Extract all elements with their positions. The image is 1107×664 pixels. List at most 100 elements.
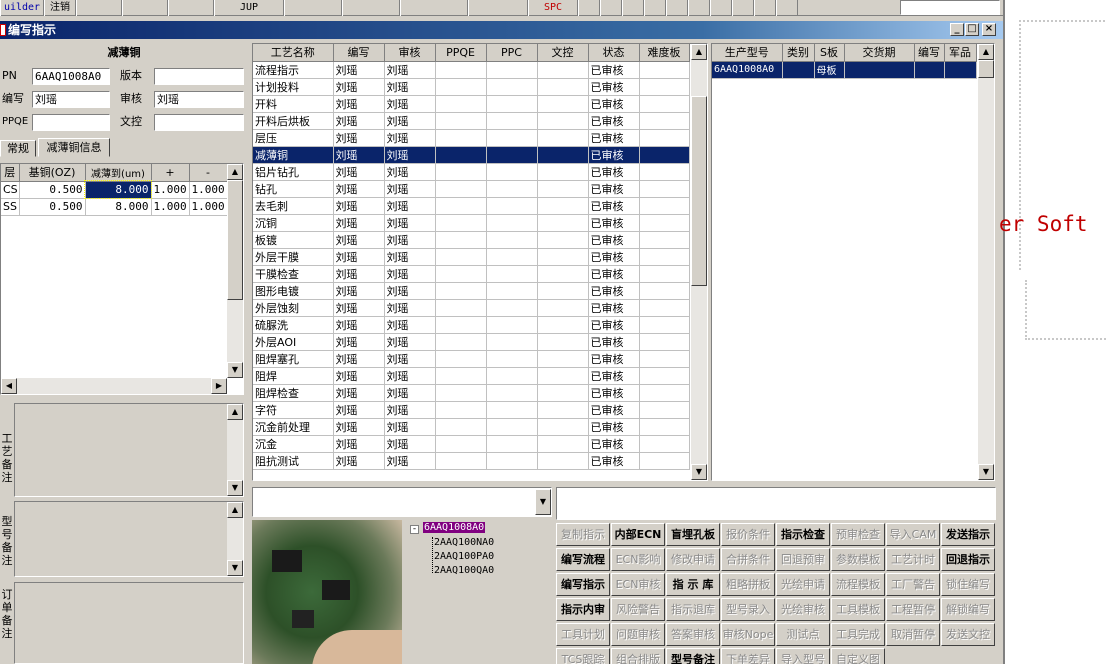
table-cell[interactable]: 刘瑶 xyxy=(384,452,436,470)
table-row[interactable]: 开料 刘瑶 刘瑶 已审核 xyxy=(253,95,690,113)
table-row[interactable]: 铝片钻孔 刘瑶 刘瑶 已审核 xyxy=(253,163,690,181)
table-cell[interactable]: 已审核 xyxy=(588,231,640,249)
table-cell[interactable]: 字符 xyxy=(253,401,334,419)
minimize-button[interactable]: _ xyxy=(950,23,964,36)
model-col-header[interactable]: 军品 xyxy=(944,44,977,62)
table-cell[interactable]: 已审核 xyxy=(588,265,640,283)
toolbar-button[interactable] xyxy=(688,0,710,16)
table-cell[interactable]: 阻焊 xyxy=(253,367,334,385)
action-button[interactable]: 风险警告 xyxy=(611,598,665,621)
table-cell[interactable]: 计划投料 xyxy=(253,78,334,96)
table-cell[interactable]: 母板 xyxy=(814,61,845,79)
action-button[interactable]: 测试点 xyxy=(776,623,830,646)
table-cell[interactable] xyxy=(537,95,589,113)
table-cell[interactable]: 层压 xyxy=(253,129,334,147)
table-cell[interactable]: 刘瑶 xyxy=(333,350,385,368)
table-cell[interactable] xyxy=(435,401,487,419)
table-cell[interactable]: 刘瑶 xyxy=(333,265,385,283)
table-cell[interactable] xyxy=(435,129,487,147)
scroll-right-icon[interactable]: ▶ xyxy=(211,378,227,394)
process-col-header[interactable]: 编写 xyxy=(333,44,385,62)
doc-control-field[interactable] xyxy=(154,114,244,131)
table-cell[interactable]: 刘瑶 xyxy=(384,401,436,419)
toolbar-button[interactable]: uilder xyxy=(0,0,44,16)
table-cell[interactable] xyxy=(639,163,690,181)
action-button[interactable]: 发送指示 xyxy=(941,523,995,546)
table-row[interactable]: 减薄铜 刘瑶 刘瑶 已审核 xyxy=(253,146,690,164)
action-button[interactable]: 型号录入 xyxy=(721,598,775,621)
action-button[interactable]: 光绘申请 xyxy=(776,573,830,596)
table-cell[interactable]: 铝片钻孔 xyxy=(253,163,334,181)
table-cell[interactable] xyxy=(537,282,589,300)
action-button[interactable]: 回退指示 xyxy=(941,548,995,571)
table-row[interactable]: 计划投料 刘瑶 刘瑶 已审核 xyxy=(253,78,690,96)
table-cell[interactable]: 6AAQ1008A0 xyxy=(712,61,783,79)
toolbar-button[interactable] xyxy=(400,0,468,16)
table-cell[interactable] xyxy=(435,248,487,266)
writer-field[interactable]: 刘瑶 xyxy=(32,91,110,108)
action-button[interactable]: 指 示 库 xyxy=(666,573,720,596)
table-cell[interactable]: 刘瑶 xyxy=(384,197,436,215)
table-cell[interactable]: 外层干膜 xyxy=(253,248,334,266)
toolbar-button[interactable]: JUP xyxy=(214,0,284,16)
process-col-header[interactable]: PPC xyxy=(486,44,538,62)
action-button[interactable]: 工具计划 xyxy=(556,623,610,646)
scroll-down-icon[interactable]: ▼ xyxy=(227,362,243,378)
table-cell[interactable] xyxy=(486,282,538,300)
action-button[interactable]: 粗略拼板 xyxy=(721,573,775,596)
table-cell[interactable] xyxy=(639,61,690,79)
table-cell[interactable] xyxy=(639,333,690,351)
model-col-header[interactable]: 生产型号 xyxy=(712,44,783,62)
table-cell[interactable]: 刘瑶 xyxy=(384,95,436,113)
toolbar-button[interactable] xyxy=(76,0,122,16)
action-button[interactable]: 光绘审核 xyxy=(776,598,830,621)
table-cell[interactable]: 已审核 xyxy=(588,282,640,300)
process-grid-vscroll[interactable]: ▲ ▼ xyxy=(691,44,707,480)
table-cell[interactable] xyxy=(435,78,487,96)
table-cell[interactable]: 刘瑶 xyxy=(333,418,385,436)
table-cell[interactable] xyxy=(435,333,487,351)
table-cell[interactable] xyxy=(639,316,690,334)
action-button[interactable]: 导入型号 xyxy=(776,648,830,664)
table-cell[interactable] xyxy=(537,418,589,436)
table-cell[interactable] xyxy=(639,435,690,453)
table-cell[interactable] xyxy=(639,231,690,249)
table-cell[interactable] xyxy=(486,265,538,283)
action-button[interactable]: ECN影响 xyxy=(611,548,665,571)
thin-grid-vscroll[interactable]: ▲ ▼ xyxy=(227,164,243,378)
table-row[interactable]: 6AAQ1008A0 母板 xyxy=(712,61,977,79)
toolbar-button[interactable] xyxy=(776,0,798,16)
table-cell[interactable]: 板镀 xyxy=(253,231,334,249)
tab-thin-copper-info[interactable]: 减薄铜信息 xyxy=(38,138,110,157)
ppqe-field[interactable] xyxy=(32,114,110,131)
action-button[interactable]: 取消暂停 xyxy=(886,623,940,646)
table-cell[interactable]: 已审核 xyxy=(588,401,640,419)
toolbar-button[interactable] xyxy=(578,0,600,16)
table-cell[interactable]: 刘瑶 xyxy=(384,418,436,436)
table-cell[interactable]: 刘瑶 xyxy=(333,129,385,147)
table-cell[interactable] xyxy=(486,384,538,402)
scroll-down-icon[interactable]: ▼ xyxy=(227,560,243,576)
toolbar-button[interactable] xyxy=(666,0,688,16)
table-cell[interactable]: 刘瑶 xyxy=(333,384,385,402)
table-row[interactable]: 阻焊塞孔 刘瑶 刘瑶 已审核 xyxy=(253,350,690,368)
table-cell[interactable]: 已审核 xyxy=(588,146,640,164)
table-cell[interactable]: 刘瑶 xyxy=(384,265,436,283)
scroll-down-icon[interactable]: ▼ xyxy=(691,464,707,480)
table-cell[interactable] xyxy=(486,61,538,79)
table-cell[interactable]: 已审核 xyxy=(588,367,640,385)
process-remark-box[interactable]: ▲ ▼ xyxy=(14,403,244,497)
table-cell[interactable]: 刘瑶 xyxy=(384,78,436,96)
toolbar-combo[interactable] xyxy=(900,0,1000,15)
table-cell[interactable] xyxy=(435,180,487,198)
model-grid[interactable]: 生产型号 类别 S板 交货期 编写 军品 6AAQ1008A0 母板 ▲ ▼ xyxy=(711,43,995,481)
table-cell[interactable]: 干膜检查 xyxy=(253,265,334,283)
toolbar-button[interactable] xyxy=(284,0,342,16)
table-cell[interactable]: 刘瑶 xyxy=(384,435,436,453)
table-cell[interactable] xyxy=(486,214,538,232)
table-cell[interactable] xyxy=(639,367,690,385)
thin-grid-hscroll[interactable]: ◀ ▶ xyxy=(1,378,227,394)
table-cell[interactable]: 已审核 xyxy=(588,350,640,368)
table-cell[interactable] xyxy=(435,367,487,385)
table-cell[interactable]: 刘瑶 xyxy=(333,316,385,334)
